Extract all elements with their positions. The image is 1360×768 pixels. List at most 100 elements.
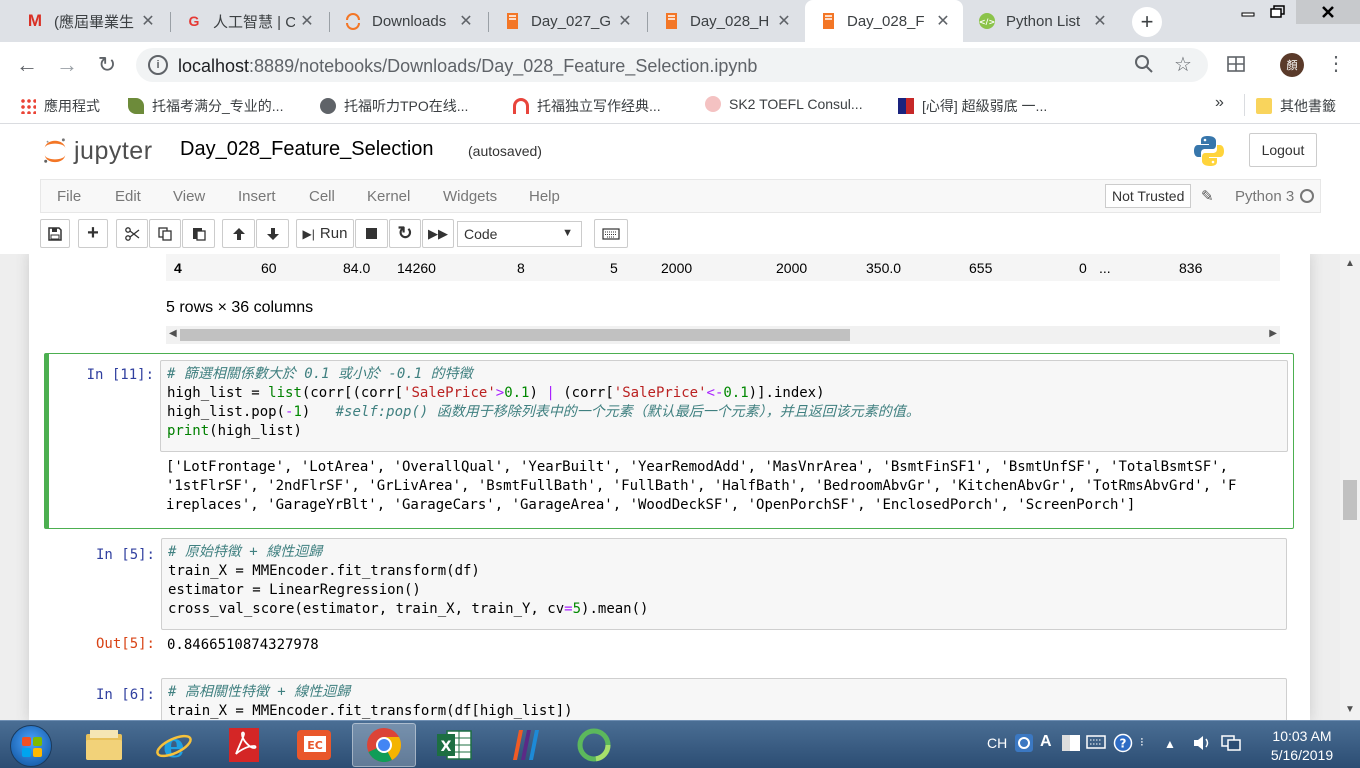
menu-cell[interactable]: Cell	[309, 188, 335, 205]
move-down-button[interactable]	[256, 219, 289, 248]
show-hidden-icons[interactable]: ▲	[1164, 737, 1176, 751]
bookmark-other[interactable]: 其他書籤	[1256, 96, 1336, 116]
browser-tab-downloads[interactable]: Downloads ✕	[330, 0, 486, 42]
bookmark-item[interactable]: 托福考满分_专业的...	[128, 96, 283, 116]
browser-tab-day028f[interactable]: Day_028_F ✕	[805, 0, 963, 42]
logout-button[interactable]: Logout	[1249, 133, 1317, 167]
avatar[interactable]: 顏	[1280, 53, 1304, 77]
jupyter-logo[interactable]: jupyter	[42, 136, 153, 166]
taskbar-ie[interactable]: e	[142, 723, 206, 767]
browser-tab-day027[interactable]: Day_027_G ✕	[489, 0, 645, 42]
notebook-title[interactable]: Day_028_Feature_Selection	[180, 138, 434, 161]
reload-icon[interactable]: ↻	[92, 50, 122, 80]
forward-icon[interactable]: →	[52, 50, 82, 80]
back-icon[interactable]: ←	[12, 50, 42, 80]
taskbar-excel[interactable]: X	[422, 723, 486, 767]
close-tab-icon[interactable]: ✕	[295, 11, 319, 31]
system-clock[interactable]: 10:03 AM 5/16/2019	[1262, 727, 1342, 765]
browser-tab-day028h[interactable]: Day_028_H ✕	[648, 0, 804, 42]
menu-file[interactable]: File	[57, 188, 81, 205]
speaker-icon[interactable]	[1192, 733, 1212, 756]
ime-options-icon[interactable]: ⁝	[1140, 735, 1144, 749]
menu-view[interactable]: View	[173, 188, 205, 205]
url-path: :8889/notebooks/Downloads/Day_028_Featur…	[249, 56, 758, 76]
scroll-up-icon[interactable]: ▲	[1345, 258, 1355, 269]
bookmark-item[interactable]: 托福独立写作经典...	[513, 96, 661, 116]
bookmark-item[interactable]: SK2 TOEFL Consul...	[705, 96, 863, 112]
extension-icon[interactable]	[1226, 54, 1246, 79]
menu-insert[interactable]: Insert	[238, 188, 276, 205]
menu-edit[interactable]: Edit	[115, 188, 141, 205]
bookmark-item[interactable]: 托福听力TPO在线...	[320, 96, 468, 116]
search-icon[interactable]	[1134, 54, 1154, 79]
network-icon[interactable]	[1220, 733, 1242, 756]
taskbar-easycard[interactable]: EC	[282, 723, 346, 767]
bookmark-item[interactable]: [心得] 超級弱底 一...	[898, 96, 1047, 116]
close-tab-icon[interactable]: ✕	[136, 11, 160, 31]
close-tab-icon[interactable]: ✕	[772, 11, 796, 31]
new-tab-button[interactable]: +	[1132, 7, 1162, 37]
address-bar[interactable]: i localhost:8889/notebooks/Downloads/Day…	[136, 48, 1208, 82]
scroll-left-icon[interactable]: ◀	[169, 328, 177, 339]
code-cell[interactable]: In [6]: # 高相關性特徵 + 線性迴歸 train_X = MMEncod…	[44, 675, 1294, 720]
vertical-scrollbar-thumb[interactable]	[1343, 480, 1357, 520]
move-up-button[interactable]	[222, 219, 255, 248]
browser-tab-cupoy[interactable]: G 人工智慧 | C ✕	[171, 0, 327, 42]
close-tab-icon[interactable]: ✕	[931, 11, 955, 31]
not-trusted-badge[interactable]: Not Trusted	[1105, 184, 1192, 208]
vertical-scrollbar[interactable]: ▲ ▼	[1340, 254, 1360, 720]
code-cell[interactable]: In [5]: # 原始特徵 + 線性迴歸 train_X = MMEncoder…	[44, 535, 1294, 655]
svg-text:e: e	[163, 726, 185, 765]
kernel-name[interactable]: Python 3	[1235, 188, 1294, 205]
scroll-down-icon[interactable]: ▼	[1345, 704, 1355, 715]
code-editor[interactable]: # 篩選相關係數大於 0.1 或小於 -0.1 的特徵 high_list = l…	[160, 360, 1288, 452]
code-cell-selected[interactable]: In [11]: # 篩選相關係數大於 0.1 或小於 -0.1 的特徵 high…	[44, 353, 1294, 529]
save-button[interactable]	[40, 219, 70, 248]
ime-icon[interactable]	[1014, 733, 1034, 756]
browser-tab-gmail[interactable]: M (應屆畢業生 ✕	[12, 0, 168, 42]
bookmark-apps[interactable]: 應用程式	[20, 96, 100, 116]
language-indicator[interactable]: CH	[987, 735, 1007, 751]
site-info-icon[interactable]: i	[148, 55, 168, 75]
taskbar-explorer[interactable]	[72, 723, 136, 767]
close-window-button[interactable]	[1296, 0, 1360, 24]
menu-widgets[interactable]: Widgets	[443, 188, 497, 205]
close-tab-icon[interactable]: ✕	[454, 11, 478, 31]
interrupt-button[interactable]	[355, 219, 388, 248]
taskbar-chrome[interactable]	[352, 723, 416, 767]
url-text[interactable]: localhost:8889/notebooks/Downloads/Day_0…	[178, 56, 757, 77]
taskbar-app[interactable]	[562, 723, 626, 767]
chevron-down-icon: ▼	[562, 227, 573, 239]
help-icon[interactable]: ?	[1113, 733, 1133, 756]
output-line: '1stFlrSF', '2ndFlrSF', 'GrLivArea', 'Bs…	[166, 478, 1237, 494]
scroll-right-icon[interactable]: ▶	[1269, 328, 1277, 339]
font-size-icon[interactable]: A	[1040, 733, 1052, 751]
taskbar-acrobat[interactable]	[212, 723, 276, 767]
keyboard-tray-icon[interactable]	[1086, 733, 1106, 754]
paste-button[interactable]	[182, 219, 215, 248]
close-tab-icon[interactable]: ✕	[1088, 11, 1112, 31]
cut-button[interactable]	[116, 219, 148, 248]
restart-button[interactable]: ↻	[389, 219, 421, 248]
ime-mode-icon[interactable]	[1061, 734, 1081, 755]
command-palette-button[interactable]	[594, 219, 628, 248]
bookmarks-overflow-icon[interactable]: »	[1215, 94, 1224, 112]
copy-button[interactable]	[149, 219, 181, 248]
taskbar-winrar[interactable]	[492, 723, 556, 767]
insert-cell-button[interactable]: +	[78, 219, 108, 248]
horizontal-scrollbar[interactable]: ◀ ▶	[166, 326, 1280, 344]
bookmark-star-icon[interactable]: ☆	[1174, 52, 1192, 77]
cell-type-select[interactable]: Code ▼	[457, 221, 582, 247]
code-editor[interactable]: # 高相關性特徵 + 線性迴歸 train_X = MMEncoder.fit_t…	[161, 678, 1287, 720]
horizontal-scrollbar-thumb[interactable]	[180, 329, 850, 341]
run-button[interactable]: ▶| Run	[296, 219, 354, 248]
restart-run-all-button[interactable]: ▶▶	[422, 219, 454, 248]
chrome-menu-icon[interactable]: ⋮	[1326, 51, 1346, 76]
menu-help[interactable]: Help	[529, 188, 560, 205]
maximize-button[interactable]	[1256, 0, 1300, 24]
menu-kernel[interactable]: Kernel	[367, 188, 410, 205]
close-tab-icon[interactable]: ✕	[613, 11, 637, 31]
browser-tab-python-list[interactable]: </> Python List ✕	[964, 0, 1120, 42]
code-editor[interactable]: # 原始特徵 + 線性迴歸 train_X = MMEncoder.fit_tra…	[161, 538, 1287, 630]
start-button[interactable]	[10, 725, 52, 767]
